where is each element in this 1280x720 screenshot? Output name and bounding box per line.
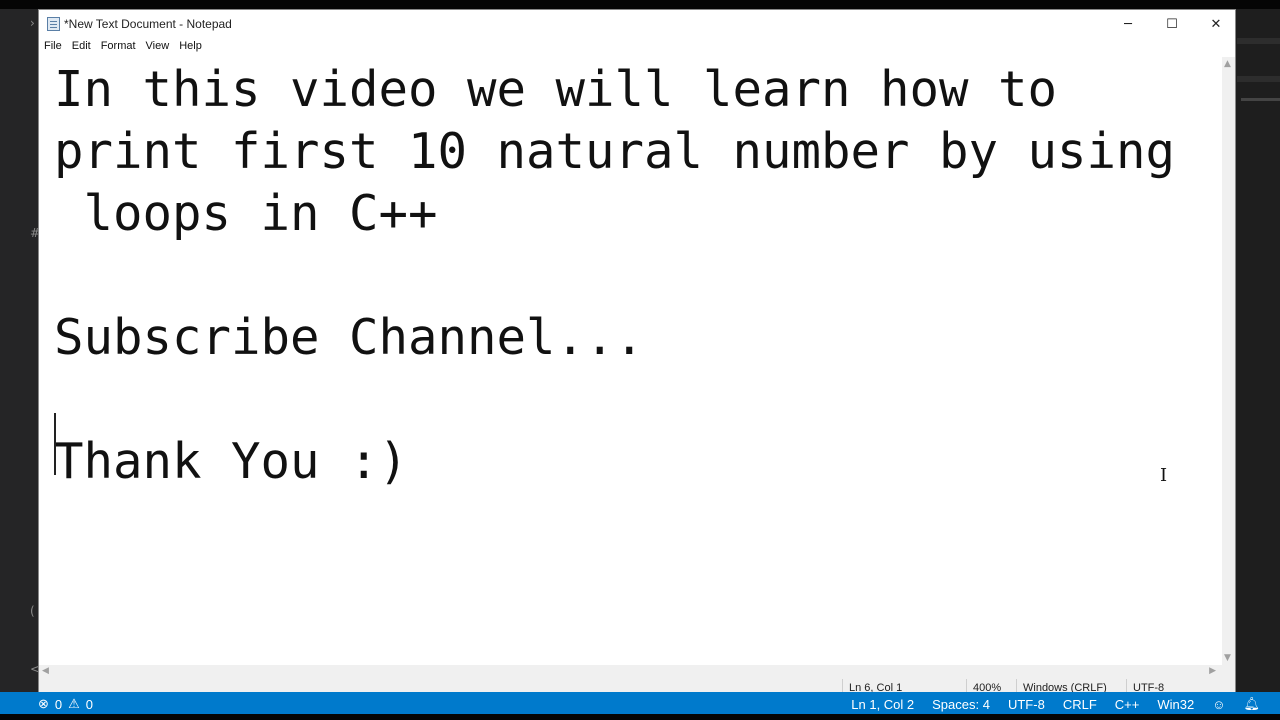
ibeam-cursor-icon: I — [1160, 465, 1168, 486]
title-bar[interactable]: *New Text Document - Notepad ─ ☐ ✕ — [39, 10, 1235, 38]
video-letterbox-top — [0, 0, 1280, 9]
menu-file[interactable]: File — [39, 38, 67, 57]
maximize-button[interactable]: ☐ — [1149, 10, 1195, 38]
scroll-left-icon[interactable]: ◀ — [42, 666, 49, 676]
minimap-strip — [1237, 38, 1280, 44]
scroll-up-icon[interactable]: ▲ — [1224, 59, 1231, 69]
error-icon[interactable]: ⊗ — [38, 696, 49, 712]
vscode-status-right: Ln 1, Col 2 Spaces: 4 UTF-8 CRLF C++ Win… — [851, 696, 1260, 712]
notepad-window: *New Text Document - Notepad ─ ☐ ✕ File … — [38, 9, 1236, 699]
warning-icon[interactable]: ⚠ — [68, 696, 80, 712]
notepad-icon — [47, 17, 60, 31]
text-caret — [54, 413, 56, 475]
feedback-icon[interactable]: ☺ — [1212, 697, 1225, 712]
menu-format[interactable]: Format — [96, 38, 141, 57]
vscode-language[interactable]: C++ — [1115, 697, 1140, 712]
error-count[interactable]: 0 — [55, 697, 62, 712]
vscode-platform[interactable]: Win32 — [1157, 697, 1194, 712]
vscode-status-left: ⊗ 0 ⚠ 0 — [38, 696, 93, 712]
menu-help[interactable]: Help — [174, 38, 207, 57]
menu-edit[interactable]: Edit — [67, 38, 96, 57]
editor-line: Thank You :) — [54, 433, 409, 490]
warning-count[interactable]: 0 — [86, 697, 93, 712]
vscode-spaces[interactable]: Spaces: 4 — [932, 697, 990, 712]
vscode-minimap-area — [1236, 9, 1280, 699]
editor-line: print first 10 natural number by using — [54, 123, 1176, 180]
close-button[interactable]: ✕ — [1193, 10, 1239, 38]
menu-bar: File Edit Format View Help — [39, 38, 1235, 57]
editor-content[interactable]: In this video we will learn how to print … — [54, 59, 1222, 493]
vertical-scrollbar[interactable]: ▲ ▼ — [1222, 57, 1235, 665]
scrollbar-corner — [1222, 665, 1235, 679]
minimap-strip — [1241, 98, 1280, 101]
settings-icon: < — [30, 662, 41, 676]
menu-view[interactable]: View — [141, 38, 175, 57]
scroll-right-icon[interactable]: ▶ — [1209, 666, 1216, 676]
editor-line: Subscribe Channel... — [54, 309, 645, 366]
video-letterbox-bottom — [0, 714, 1280, 720]
vscode-activity-bar: › # ( < — [0, 9, 41, 699]
minimize-button[interactable]: ─ — [1105, 10, 1151, 38]
vscode-status-bar: ⊗ 0 ⚠ 0 Ln 1, Col 2 Spaces: 4 UTF-8 CRLF… — [0, 692, 1280, 714]
extensions-icon: # — [30, 226, 41, 240]
account-icon: ( — [30, 604, 35, 618]
vscode-position[interactable]: Ln 1, Col 2 — [851, 697, 914, 712]
bell-icon[interactable]: 🔔︎ — [1243, 696, 1260, 712]
vscode-eol[interactable]: CRLF — [1063, 697, 1097, 712]
text-editor[interactable]: In this video we will learn how to print … — [39, 57, 1222, 665]
horizontal-scrollbar[interactable]: ◀ ▶ — [39, 665, 1222, 679]
editor-line: loops in C++ — [54, 185, 438, 242]
editor-line: In this video we will learn how to — [54, 61, 1058, 118]
minimap-strip — [1237, 76, 1280, 82]
vscode-encoding[interactable]: UTF-8 — [1008, 697, 1045, 712]
scroll-down-icon[interactable]: ▼ — [1224, 653, 1231, 663]
window-title: *New Text Document - Notepad — [64, 17, 232, 31]
chevron-right-icon: › — [30, 16, 35, 30]
